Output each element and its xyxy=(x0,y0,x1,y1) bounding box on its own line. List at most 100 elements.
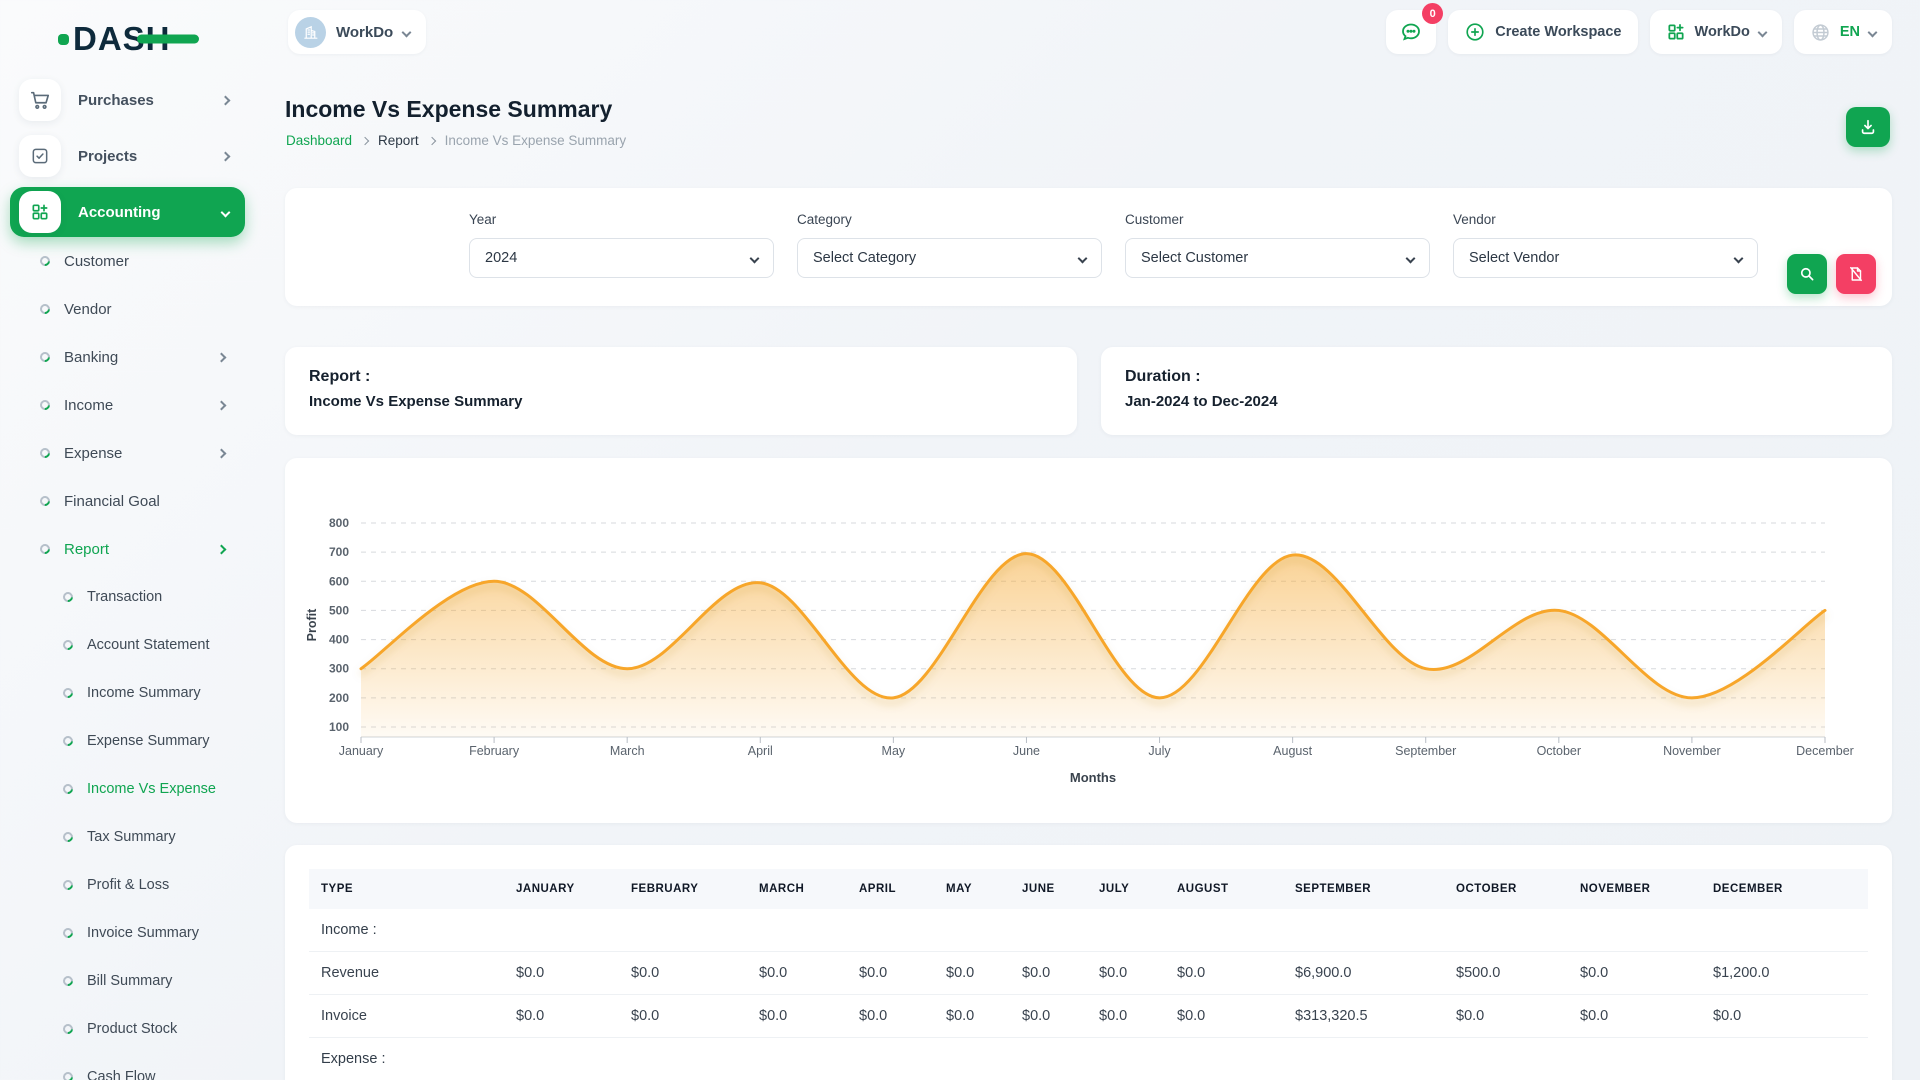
svg-text:100: 100 xyxy=(329,720,349,734)
sub-item-label: Income xyxy=(64,397,113,414)
bullet-icon xyxy=(38,446,52,460)
sidebar-item-income[interactable]: Income xyxy=(0,381,255,429)
chart-xlabel: Months xyxy=(1070,770,1116,785)
svg-text:800: 800 xyxy=(329,516,349,530)
svg-text:November: November xyxy=(1663,744,1721,758)
sidebar-item-purchases[interactable]: Purchases xyxy=(10,75,245,125)
sidebar-sub-nav: Customer Vendor Banking Income Expense F… xyxy=(0,237,255,1080)
sub-item-label: Product Stock xyxy=(87,1021,177,1037)
section-row-expense: Expense : xyxy=(309,1038,1868,1080)
sidebar-item-cash-flow[interactable]: Cash Flow xyxy=(0,1053,255,1080)
download-report-button[interactable] xyxy=(1846,107,1890,147)
sidebar-item-expense[interactable]: Expense xyxy=(0,429,255,477)
sidebar-item-tax-summary[interactable]: Tax Summary xyxy=(0,813,255,861)
col-january: JANUARY xyxy=(504,869,619,909)
breadcrumb-current: Income Vs Expense Summary xyxy=(445,133,627,148)
sidebar-item-invoice-summary[interactable]: Invoice Summary xyxy=(0,909,255,957)
filter-label: Year xyxy=(469,212,774,227)
sidebar-item-transaction[interactable]: Transaction xyxy=(0,573,255,621)
customer-select[interactable]: Select Customer xyxy=(1125,238,1430,278)
main-content: Income Vs Expense Summary Dashboard Repo… xyxy=(285,0,1892,1080)
sidebar-item-accounting[interactable]: Accounting xyxy=(10,187,245,237)
sidebar-item-customer[interactable]: Customer xyxy=(0,237,255,285)
sidebar-item-income-vs-expense[interactable]: Income Vs Expense xyxy=(0,765,255,813)
sidebar-item-income-summary[interactable]: Income Summary xyxy=(0,669,255,717)
filter-label: Vendor xyxy=(1453,212,1758,227)
sidebar-item-expense-summary[interactable]: Expense Summary xyxy=(0,717,255,765)
report-card-value: Income Vs Expense Summary xyxy=(309,393,1053,410)
sub-item-label: Tax Summary xyxy=(87,829,176,845)
breadcrumb: Dashboard Report Income Vs Expense Summa… xyxy=(286,133,626,148)
logo-bar xyxy=(137,35,199,44)
year-select[interactable]: 2024 xyxy=(469,238,774,278)
task-check-icon xyxy=(19,135,61,177)
cart-icon xyxy=(19,79,61,121)
bullet-icon xyxy=(61,830,75,844)
bullet-icon xyxy=(61,878,75,892)
chevron-right-icon xyxy=(217,448,227,458)
svg-text:March: March xyxy=(610,744,645,758)
svg-text:200: 200 xyxy=(329,691,349,705)
chevron-right-icon xyxy=(427,136,435,144)
table-header-row: TYPE JANUARY FEBRUARY MARCH APRIL MAY JU… xyxy=(309,869,1868,909)
filter-label: Category xyxy=(797,212,1102,227)
svg-text:January: January xyxy=(339,744,384,758)
bullet-icon xyxy=(38,542,52,556)
sidebar-item-projects[interactable]: Projects xyxy=(10,131,245,181)
col-december: DECEMBER xyxy=(1701,869,1868,909)
duration-summary-card: Duration : Jan-2024 to Dec-2024 xyxy=(1101,347,1892,435)
sub-item-label: Financial Goal xyxy=(64,493,160,510)
breadcrumb-dashboard[interactable]: Dashboard xyxy=(286,133,352,148)
breadcrumb-report[interactable]: Report xyxy=(378,133,419,148)
bullet-icon xyxy=(61,1022,75,1036)
bullet-icon xyxy=(38,254,52,268)
svg-text:May: May xyxy=(882,744,906,758)
bullet-icon xyxy=(61,1070,75,1080)
download-icon xyxy=(1858,117,1878,137)
col-october: OCTOBER xyxy=(1444,869,1568,909)
category-select[interactable]: Select Category xyxy=(797,238,1102,278)
col-march: MARCH xyxy=(747,869,847,909)
bullet-icon xyxy=(61,734,75,748)
chevron-right-icon xyxy=(221,95,231,105)
clear-filter-icon xyxy=(1847,265,1865,283)
chevron-right-icon xyxy=(221,151,231,161)
col-july: JULY xyxy=(1087,869,1165,909)
search-icon xyxy=(1798,265,1816,283)
filter-panel: Year 2024 Category Select Category Custo… xyxy=(285,188,1892,306)
sidebar-item-vendor[interactable]: Vendor xyxy=(0,285,255,333)
bullet-icon xyxy=(38,350,52,364)
vendor-select[interactable]: Select Vendor xyxy=(1453,238,1758,278)
sidebar-item-banking[interactable]: Banking xyxy=(0,333,255,381)
bullet-icon xyxy=(61,926,75,940)
sidebar-main-nav: Purchases Projects Accounting xyxy=(10,75,245,243)
sidebar-item-account-statement[interactable]: Account Statement xyxy=(0,621,255,669)
chevron-right-icon xyxy=(361,136,369,144)
sidebar-item-bill-summary[interactable]: Bill Summary xyxy=(0,957,255,1005)
svg-text:600: 600 xyxy=(329,574,349,588)
apply-filter-button[interactable] xyxy=(1787,254,1827,294)
col-type: TYPE xyxy=(309,869,504,909)
sub-item-label: Invoice Summary xyxy=(87,925,199,941)
filter-customer: Customer Select Customer xyxy=(1125,212,1430,306)
filter-category: Category Select Category xyxy=(797,212,1102,306)
sidebar-item-profit-loss[interactable]: Profit & Loss xyxy=(0,861,255,909)
sidebar-item-report[interactable]: Report xyxy=(0,525,255,573)
svg-text:July: July xyxy=(1148,744,1171,758)
bullet-icon xyxy=(61,974,75,988)
reset-filter-button[interactable] xyxy=(1836,254,1876,294)
bullet-icon xyxy=(38,494,52,508)
brand-logo[interactable]: DASH xyxy=(58,20,171,58)
duration-card-title: Duration : xyxy=(1125,368,1868,386)
col-june: JUNE xyxy=(1010,869,1087,909)
sidebar-item-product-stock[interactable]: Product Stock xyxy=(0,1005,255,1053)
duration-card-value: Jan-2024 to Dec-2024 xyxy=(1125,393,1868,410)
sidebar-item-financial-goal[interactable]: Financial Goal xyxy=(0,477,255,525)
sub-item-label: Income Vs Expense xyxy=(87,781,216,797)
sub-item-label: Income Summary xyxy=(87,685,201,701)
sub-item-label: Banking xyxy=(64,349,118,366)
svg-text:February: February xyxy=(469,744,520,758)
sub-item-label: Expense Summary xyxy=(87,733,210,749)
col-november: NOVEMBER xyxy=(1568,869,1701,909)
sub-item-label: Transaction xyxy=(87,589,162,605)
